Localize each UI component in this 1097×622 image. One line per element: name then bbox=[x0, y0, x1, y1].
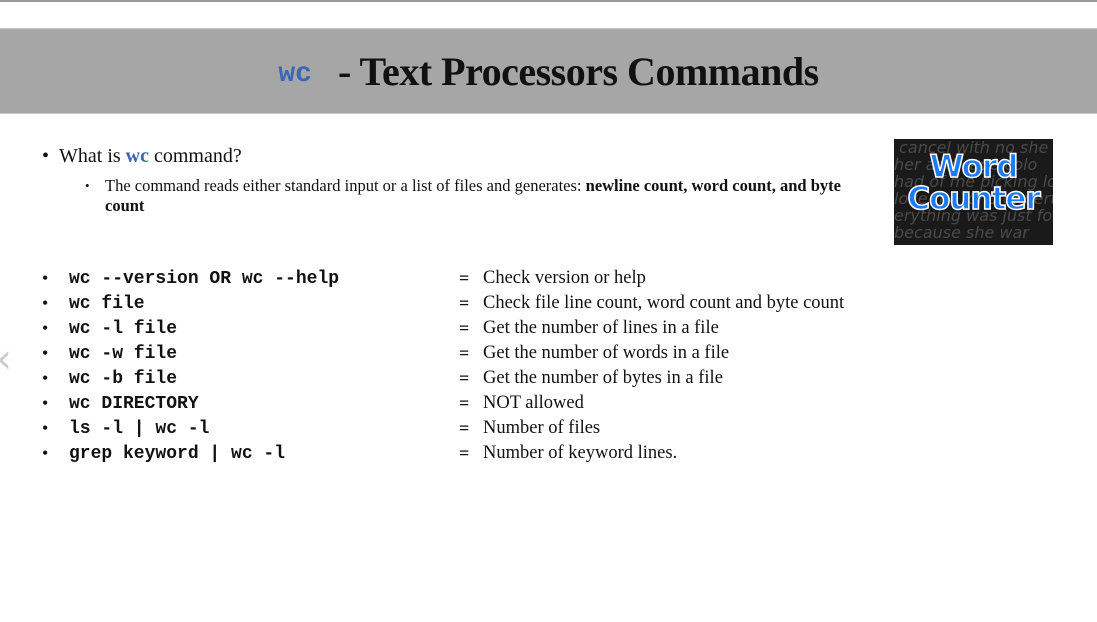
title-command: wc bbox=[278, 58, 312, 90]
bullet: • bbox=[42, 318, 49, 338]
command-text: ls -l | wc -l bbox=[69, 418, 210, 439]
command-list: • wc --version OR wc --help = Check vers… bbox=[42, 266, 844, 466]
command-row: • wc -l file = Get the number of lines i… bbox=[42, 316, 844, 341]
command-description: Get the number of words in a file bbox=[483, 343, 730, 363]
command-description: Get the number of bytes in a file bbox=[483, 368, 723, 388]
bullet: • bbox=[85, 178, 90, 193]
command-row: • ls -l | wc -l = Number of files bbox=[42, 416, 844, 441]
equals-sign: = bbox=[459, 418, 470, 438]
bullet: • bbox=[42, 393, 49, 413]
slide-title-bar: wc - Text Processors Commands bbox=[0, 28, 1097, 114]
command-row: • wc DIRECTORY = NOT allowed bbox=[42, 391, 844, 416]
previous-slide-arrow-icon[interactable]: ‹ bbox=[0, 336, 12, 382]
intro-keyword: wc bbox=[125, 145, 149, 167]
command-text: wc -l file bbox=[69, 318, 178, 339]
bullet: • bbox=[42, 343, 49, 363]
bullet: • bbox=[42, 293, 49, 313]
command-text: grep keyword | wc -l bbox=[69, 443, 286, 464]
command-description: Number of files bbox=[483, 418, 601, 438]
bullet: • bbox=[42, 268, 49, 288]
slide-title: - Text Processors Commands bbox=[337, 48, 819, 94]
intro-detail: • The command reads either standard inpu… bbox=[85, 176, 865, 216]
command-row: • wc file = Check file line count, word … bbox=[42, 291, 844, 316]
command-text: wc --version OR wc --help bbox=[69, 268, 340, 289]
image-counter: Counter bbox=[907, 180, 1042, 218]
command-description: Check version or help bbox=[483, 268, 646, 288]
word-counter-image: cancel with no she souher and cage coloh… bbox=[894, 139, 1053, 245]
command-description: Number of keyword lines. bbox=[483, 443, 678, 463]
command-description: Get the number of lines in a file bbox=[483, 318, 719, 338]
intro-suffix: command? bbox=[149, 145, 242, 167]
command-row: • grep keyword | wc -l = Number of keywo… bbox=[42, 441, 844, 466]
viewer-top-border bbox=[0, 0, 1097, 2]
intro-bullet: • What is wc command? bbox=[42, 145, 242, 168]
equals-sign: = bbox=[459, 368, 470, 388]
intro-prefix: What is bbox=[59, 145, 126, 167]
command-description: Check file line count, word count and by… bbox=[483, 293, 845, 313]
command-text: wc -w file bbox=[69, 343, 178, 364]
bullet: • bbox=[42, 443, 49, 463]
equals-sign: = bbox=[459, 268, 470, 288]
command-text: wc -b file bbox=[69, 368, 178, 389]
equals-sign: = bbox=[459, 343, 470, 363]
command-text: wc DIRECTORY bbox=[69, 393, 199, 414]
command-text: wc file bbox=[69, 293, 145, 314]
command-row: • wc -w file = Get the number of words i… bbox=[42, 341, 844, 366]
equals-sign: = bbox=[459, 293, 470, 313]
detail-text: The command reads either standard input … bbox=[105, 176, 586, 195]
equals-sign: = bbox=[459, 393, 470, 413]
bullet: • bbox=[42, 418, 49, 438]
command-row: • wc -b file = Get the number of bytes i… bbox=[42, 366, 844, 391]
equals-sign: = bbox=[459, 443, 470, 463]
image-word: Word bbox=[929, 148, 1019, 186]
equals-sign: = bbox=[459, 318, 470, 338]
command-description: NOT allowed bbox=[483, 393, 584, 413]
bullet: • bbox=[42, 145, 50, 167]
bullet: • bbox=[42, 368, 49, 388]
command-row: • wc --version OR wc --help = Check vers… bbox=[42, 266, 844, 291]
